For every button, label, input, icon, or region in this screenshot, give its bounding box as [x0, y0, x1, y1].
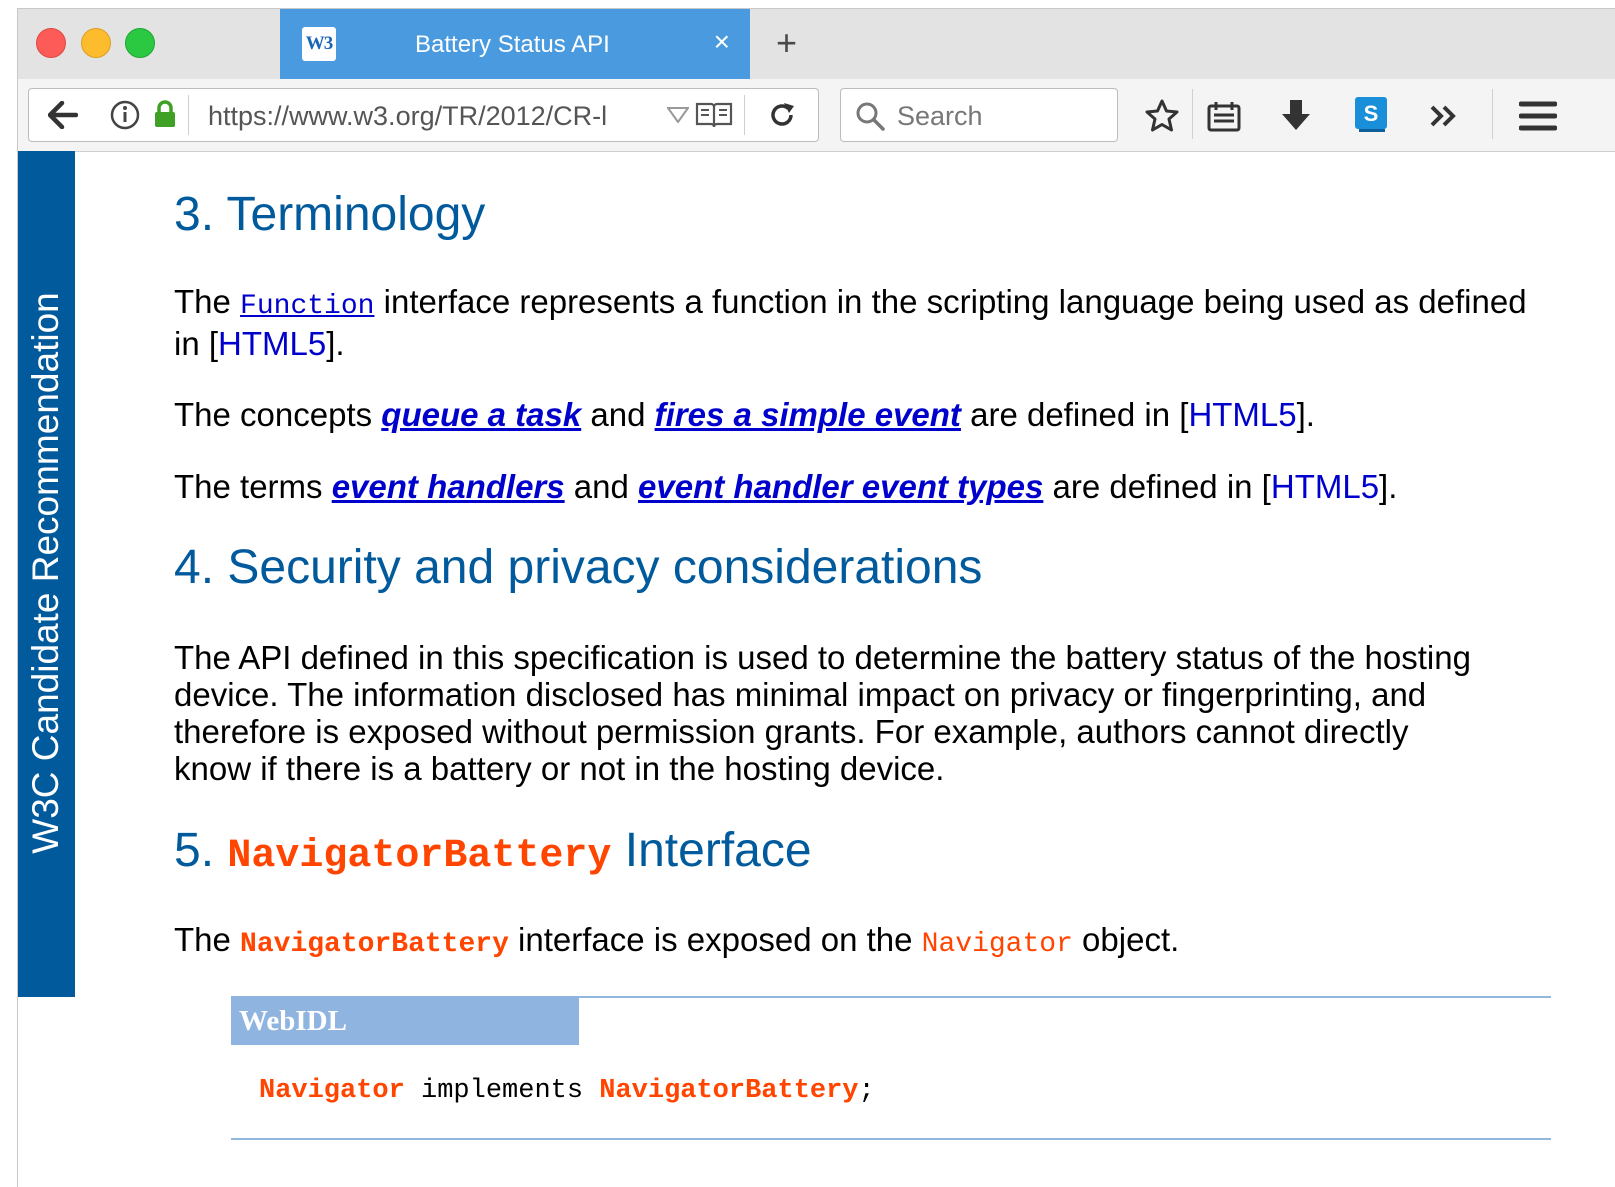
text: and — [564, 468, 639, 505]
idl-keyword: implements — [404, 1076, 600, 1106]
download-icon[interactable] — [1278, 97, 1314, 135]
paragraph-concepts: The concepts queue a task and fires a si… — [174, 396, 1544, 433]
overflow-chevrons-icon[interactable] — [1428, 101, 1460, 131]
url-text[interactable]: https://www.w3.org/TR/2012/CR-l — [208, 101, 607, 132]
paragraph-navigator: The NavigatorBattery interface is expose… — [174, 921, 1544, 963]
event-handler-event-types-link[interactable]: event handler event types — [638, 468, 1043, 505]
navigation-bar: https://www.w3.org/TR/2012/CR-l Search S — [18, 79, 1615, 152]
text: The terms — [174, 468, 332, 505]
webidl-code: Navigator implements NavigatorBattery; — [259, 1076, 875, 1106]
window-shadow — [0, 0, 18, 1186]
function-link[interactable]: Function — [240, 291, 374, 322]
url-bar[interactable]: https://www.w3.org/TR/2012/CR-l — [96, 88, 819, 142]
bookmark-star-icon[interactable] — [1143, 97, 1181, 135]
back-button[interactable] — [28, 88, 98, 142]
paragraph-terms: The terms event handlers and event handl… — [174, 468, 1544, 505]
lock-icon[interactable] — [151, 98, 179, 130]
search-box[interactable]: Search — [840, 88, 1118, 142]
reader-view-icon[interactable] — [694, 99, 734, 131]
svg-text:S: S — [1364, 101, 1379, 126]
heading-code: NavigatorBattery — [227, 834, 612, 879]
toolbar-separator — [1492, 89, 1493, 139]
url-separator — [188, 95, 189, 135]
text: ]. — [1296, 396, 1315, 433]
search-icon — [853, 99, 887, 133]
text: ]. — [326, 325, 345, 362]
paragraph-function: The Function interface represents a func… — [174, 283, 1544, 362]
text: The — [174, 283, 241, 320]
webidl-label: WebIDL — [231, 997, 579, 1045]
zoom-window-button[interactable] — [125, 28, 155, 58]
text: and — [581, 396, 655, 433]
fires-a-simple-event-link[interactable]: fires a simple event — [655, 396, 961, 433]
heading-navigator-battery: 5. NavigatorBattery Interface — [174, 823, 812, 879]
idl-semicolon: ; — [858, 1076, 875, 1106]
reload-icon[interactable] — [766, 99, 798, 131]
browser-window: W3 Battery Status API × + https://www.w3… — [17, 8, 1615, 1187]
text: interface represents a function in the s… — [174, 283, 1527, 362]
status-sidebar: W3C Candidate Recommendation — [18, 151, 75, 997]
new-tab-button[interactable]: + — [776, 25, 797, 61]
status-label: W3C Candidate Recommendation — [25, 292, 66, 854]
idl-navigator: Navigator — [259, 1076, 405, 1106]
navigatorbattery-code: NavigatorBattery — [240, 929, 509, 960]
info-icon[interactable] — [110, 100, 140, 130]
close-window-button[interactable] — [36, 28, 66, 58]
text: ]. — [1379, 468, 1398, 505]
search-input[interactable]: Search — [897, 101, 983, 132]
heading-terminology: 3. Terminology — [174, 188, 486, 241]
bookmarks-menu-icon[interactable] — [1206, 99, 1242, 133]
text: The — [174, 921, 241, 958]
queue-a-task-link[interactable]: queue a task — [381, 396, 581, 433]
html5-ref-link[interactable]: HTML5 — [1271, 468, 1379, 505]
dropdown-arrow-icon[interactable] — [666, 105, 690, 125]
skype-extension-icon[interactable]: S — [1352, 94, 1390, 134]
text: are defined in [ — [1043, 468, 1271, 505]
heading-security: 4. Security and privacy considerations — [174, 541, 983, 594]
heading-text: Interface — [611, 824, 812, 877]
arrow-left-icon — [47, 99, 79, 131]
url-separator — [744, 95, 745, 135]
minimize-window-button[interactable] — [81, 28, 111, 58]
hamburger-menu-icon[interactable] — [1518, 99, 1558, 133]
html5-ref-link[interactable]: HTML5 — [218, 325, 326, 362]
paragraph-security: The API defined in this specification is… — [174, 639, 1471, 787]
webidl-bottom-rule — [231, 1138, 1551, 1140]
close-tab-icon[interactable]: × — [714, 27, 730, 57]
w3c-favicon-icon: W3 — [302, 27, 336, 61]
text: object. — [1072, 921, 1180, 958]
toolbar-separator — [1192, 89, 1193, 139]
text: are defined in [ — [960, 396, 1189, 433]
text: interface is exposed on the — [508, 921, 922, 958]
navigator-code: Navigator — [921, 929, 1073, 960]
event-handlers-link[interactable]: event handlers — [332, 468, 565, 505]
idl-navigatorbattery: NavigatorBattery — [599, 1076, 859, 1106]
tab-battery-status-api[interactable]: W3 Battery Status API × — [280, 9, 750, 79]
html5-ref-link[interactable]: HTML5 — [1188, 396, 1296, 433]
heading-number: 5. — [174, 824, 228, 877]
tab-title: Battery Status API — [415, 31, 610, 58]
text: The concepts — [174, 396, 382, 433]
tab-bar: W3 Battery Status API × + — [18, 9, 1615, 80]
